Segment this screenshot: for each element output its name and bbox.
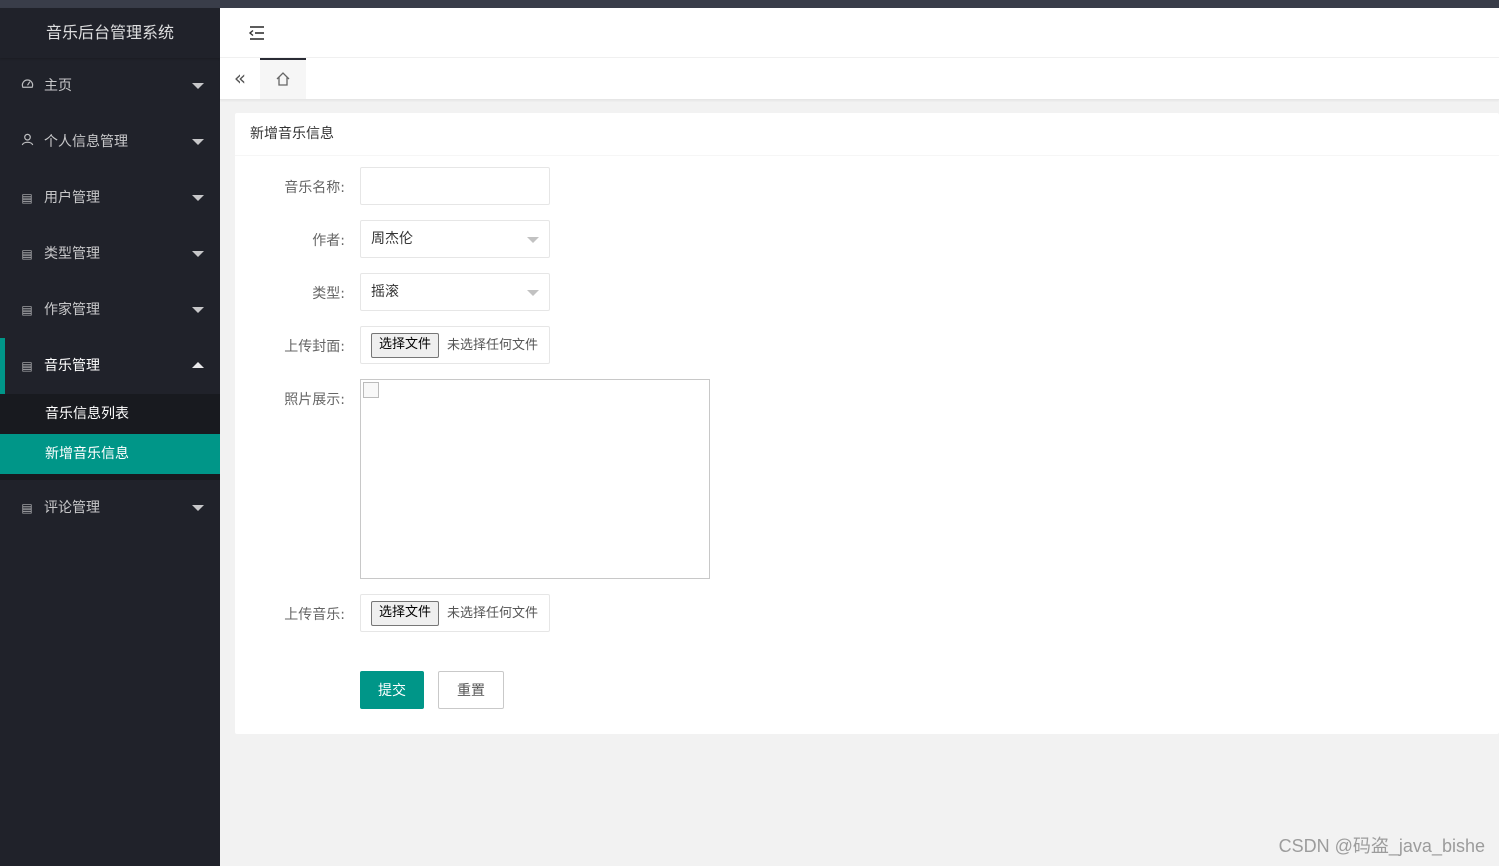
chevron-down-icon <box>192 139 204 145</box>
sidebar-item-profile[interactable]: 个人信息管理 <box>0 114 220 170</box>
author-label: 作者: <box>312 233 345 249</box>
user-icon <box>18 114 36 170</box>
chevron-up-icon <box>192 362 204 368</box>
sidebar-item-label: 类型管理 <box>44 246 100 262</box>
home-icon <box>276 72 290 86</box>
app-logo: 音乐后台管理系统 <box>0 8 220 58</box>
submenu-item-add-music[interactable]: 新增音乐信息 <box>0 434 220 474</box>
sidebar-item-home[interactable]: 主页 <box>0 58 220 114</box>
sidebar-item-label: 作家管理 <box>44 302 100 318</box>
author-select[interactable]: 周杰伦 <box>360 220 550 258</box>
sidebar-item-authors[interactable]: ▤ 作家管理 <box>0 282 220 338</box>
submenu-item-music-list[interactable]: 音乐信息列表 <box>0 394 220 434</box>
file-icon: ▤ <box>21 247 33 261</box>
chevron-down-icon <box>192 251 204 257</box>
cover-label: 上传封面: <box>284 339 345 355</box>
sidebar-item-comments[interactable]: ▤ 评论管理 <box>0 480 220 536</box>
dashboard-icon <box>18 58 36 114</box>
chevron-down-icon <box>192 505 204 511</box>
music-choose-file-button[interactable]: 选择文件 <box>371 601 440 626</box>
watermark-text: CSDN @码盗_java_bishe <box>1278 836 1485 856</box>
reset-button[interactable]: 重置 <box>438 671 504 709</box>
chevron-down-icon <box>192 83 204 89</box>
music-name-label: 音乐名称: <box>284 180 345 196</box>
photo-preview <box>360 379 710 579</box>
tabs-bar: « <box>220 58 1499 100</box>
sidebar-item-music[interactable]: ▤ 音乐管理 <box>0 338 220 394</box>
music-name-input[interactable] <box>360 167 550 205</box>
music-file-label: 上传音乐: <box>284 607 345 623</box>
sidebar-item-users[interactable]: ▤ 用户管理 <box>0 170 220 226</box>
sidebar-item-label: 主页 <box>44 78 72 94</box>
type-select-value: 摇滚 <box>371 284 399 300</box>
music-submenu: 音乐信息列表 新增音乐信息 <box>0 394 220 480</box>
window-top-strip <box>0 0 1499 8</box>
cover-file-input: 选择文件 未选择任何文件 <box>360 326 550 364</box>
menu-fold-icon[interactable] <box>248 24 266 42</box>
caret-down-icon <box>527 237 539 243</box>
sidebar-item-label: 音乐管理 <box>44 358 100 374</box>
type-select[interactable]: 摇滚 <box>360 273 550 311</box>
form-card: 新增音乐信息 音乐名称: 作者: 周杰伦 类型: 摇滚 上传封面: 选择文件 未… <box>235 113 1499 734</box>
file-icon: ▤ <box>21 501 33 515</box>
sidebar-item-label: 评论管理 <box>44 500 100 516</box>
caret-down-icon <box>527 290 539 296</box>
chevron-down-icon <box>192 195 204 201</box>
sidebar: 音乐后台管理系统 主页 个人信息管理 ▤ 用户管理 ▤ 类型管理 ▤ 作家管理 ▤ 音乐… <box>0 8 220 866</box>
sidebar-item-label: 用户管理 <box>44 190 100 206</box>
sidebar-item-types[interactable]: ▤ 类型管理 <box>0 226 220 282</box>
cover-choose-file-button[interactable]: 选择文件 <box>371 333 440 358</box>
photo-label: 照片展示: <box>284 392 345 408</box>
file-icon: ▤ <box>21 359 33 373</box>
cover-file-status: 未选择任何文件 <box>447 338 539 353</box>
submit-button[interactable]: 提交 <box>360 671 424 709</box>
type-label: 类型: <box>312 286 345 302</box>
card-title: 新增音乐信息 <box>235 113 1499 156</box>
sidebar-item-label: 个人信息管理 <box>44 134 128 150</box>
tab-home[interactable] <box>260 58 306 99</box>
file-icon: ▤ <box>21 191 33 205</box>
double-chevron-left-icon[interactable]: « <box>220 58 260 99</box>
broken-image-icon <box>363 382 379 398</box>
chevron-down-icon <box>192 307 204 313</box>
music-file-status: 未选择任何文件 <box>447 606 539 621</box>
top-header <box>220 8 1499 58</box>
music-file-input: 选择文件 未选择任何文件 <box>360 594 550 632</box>
file-icon: ▤ <box>21 303 33 317</box>
author-select-value: 周杰伦 <box>371 231 413 247</box>
